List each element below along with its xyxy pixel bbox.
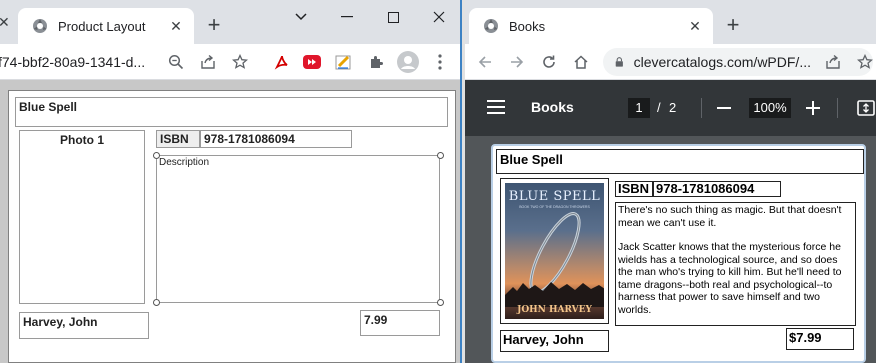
chrome-favicon <box>484 19 498 33</box>
minimize-icon[interactable] <box>334 6 360 28</box>
book-cover-image: BLUE SPELL BOOK TWO OF THE DRAGON THROWE… <box>505 183 604 319</box>
design-page: Blue Spell Photo 1 ISBN 978-1781086094 D… <box>8 90 456 363</box>
prev-tab-close-icon[interactable]: ✕ <box>0 14 10 31</box>
cover-frame: BLUE SPELL BOOK TWO OF THE DRAGON THROWE… <box>500 178 609 324</box>
resize-handle[interactable] <box>153 299 160 306</box>
star-icon[interactable] <box>228 50 252 74</box>
zoom-out-icon[interactable] <box>717 107 731 109</box>
price-field[interactable]: 7.99 <box>360 310 440 336</box>
reload-icon[interactable] <box>537 50 561 74</box>
isbn-field[interactable]: 978-1781086094 <box>200 130 352 148</box>
page-title: Blue Spell <box>496 149 864 174</box>
cover-author: JOHN HARVEY <box>517 305 592 315</box>
lock-icon <box>615 57 623 67</box>
price: $7.99 <box>786 328 854 350</box>
pdf-title: Books <box>531 99 574 115</box>
sign-extension-icon[interactable] <box>332 50 356 74</box>
description-paragraph: Jack Scatter knows that the mysterious f… <box>618 241 842 316</box>
tab-strip: ✕ Product Layout ✕ + <box>0 0 460 44</box>
author-name: Harvey, John <box>500 330 609 352</box>
window-close-icon[interactable] <box>426 6 452 28</box>
hamburger-icon[interactable] <box>487 100 505 119</box>
close-icon[interactable]: ✕ <box>687 18 703 34</box>
back-icon[interactable] <box>473 50 497 74</box>
description-field[interactable]: Description <box>156 155 440 303</box>
ring-illustration <box>505 212 604 307</box>
share-icon[interactable] <box>825 54 841 70</box>
product-layout-window: ✕ Product Layout ✕ + f74-bbf2-80a9-1341-… <box>0 0 462 363</box>
toolbar-separator <box>837 98 838 118</box>
resize-handle[interactable] <box>153 152 160 159</box>
pdf-toolbar: Books 1 / 2 100% <box>465 80 876 136</box>
layout-designer: Blue Spell Photo 1 ISBN 978-1781086094 D… <box>0 80 460 363</box>
description-paragraph: There's no such thing as magic. But that… <box>618 204 842 229</box>
fit-page-icon[interactable] <box>857 100 875 121</box>
puzzle-icon[interactable] <box>364 50 388 74</box>
zoom-in-icon[interactable] <box>805 100 821 121</box>
author-field[interactable]: Harvey, John <box>19 312 149 339</box>
profile-icon[interactable] <box>396 50 420 74</box>
tab-strip: Books ✕ + <box>465 0 876 44</box>
toolbar: f74-bbf2-80a9-1341-d... <box>0 44 460 80</box>
isbn-label[interactable]: ISBN <box>156 130 200 148</box>
share-icon[interactable] <box>196 50 220 74</box>
plus-icon[interactable]: + <box>202 14 226 38</box>
address-bar[interactable]: f74-bbf2-80a9-1341-d... <box>0 48 156 76</box>
maximize-icon[interactable] <box>380 6 406 28</box>
star-icon[interactable] <box>857 54 873 70</box>
zoom-icon[interactable] <box>164 50 188 74</box>
description-box: There's no such thing as magic. But that… <box>615 202 856 326</box>
page-total: 2 <box>669 100 677 115</box>
tab-product-layout[interactable]: Product Layout ✕ <box>18 8 194 44</box>
books-window: Books ✕ + clevercatalogs.com/wPDF/... Bo… <box>465 0 876 363</box>
photo-field[interactable]: Photo 1 <box>19 130 145 304</box>
address-bar[interactable]: clevercatalogs.com/wPDF/... <box>603 48 873 76</box>
video-extension-icon[interactable] <box>300 50 324 74</box>
home-icon[interactable] <box>569 50 593 74</box>
isbn-value: 978-1781086094 <box>653 181 781 197</box>
forward-icon[interactable] <box>505 50 529 74</box>
tab-books[interactable]: Books ✕ <box>469 8 713 44</box>
page-number-input[interactable]: 1 <box>628 98 650 118</box>
page-separator: / <box>657 100 661 115</box>
resize-handle[interactable] <box>437 299 444 306</box>
toolbar-separator <box>701 98 702 118</box>
plus-icon[interactable]: + <box>721 14 745 38</box>
pdf-page: Blue Spell BLUE SPELL BOOK TWO OF THE DR… <box>491 144 866 363</box>
toolbar: clevercatalogs.com/wPDF/... <box>465 44 876 80</box>
zoom-level[interactable]: 100% <box>749 98 791 118</box>
resize-handle[interactable] <box>437 152 444 159</box>
kebab-menu-icon[interactable] <box>428 50 452 74</box>
chrome-favicon <box>33 19 47 33</box>
chevron-down-icon[interactable] <box>288 6 314 28</box>
address-text: clevercatalogs.com/wPDF/... <box>633 54 811 70</box>
title-field[interactable]: Blue Spell <box>15 97 448 127</box>
address-text: f74-bbf2-80a9-1341-d... <box>0 54 146 70</box>
pdf-extension-icon[interactable] <box>270 50 294 74</box>
close-icon[interactable]: ✕ <box>168 18 184 34</box>
tab-title: Product Layout <box>58 18 146 34</box>
tab-title: Books <box>509 18 546 34</box>
isbn-label: ISBN <box>615 181 653 197</box>
pdf-viewer[interactable]: Blue Spell BLUE SPELL BOOK TWO OF THE DR… <box>465 136 876 363</box>
